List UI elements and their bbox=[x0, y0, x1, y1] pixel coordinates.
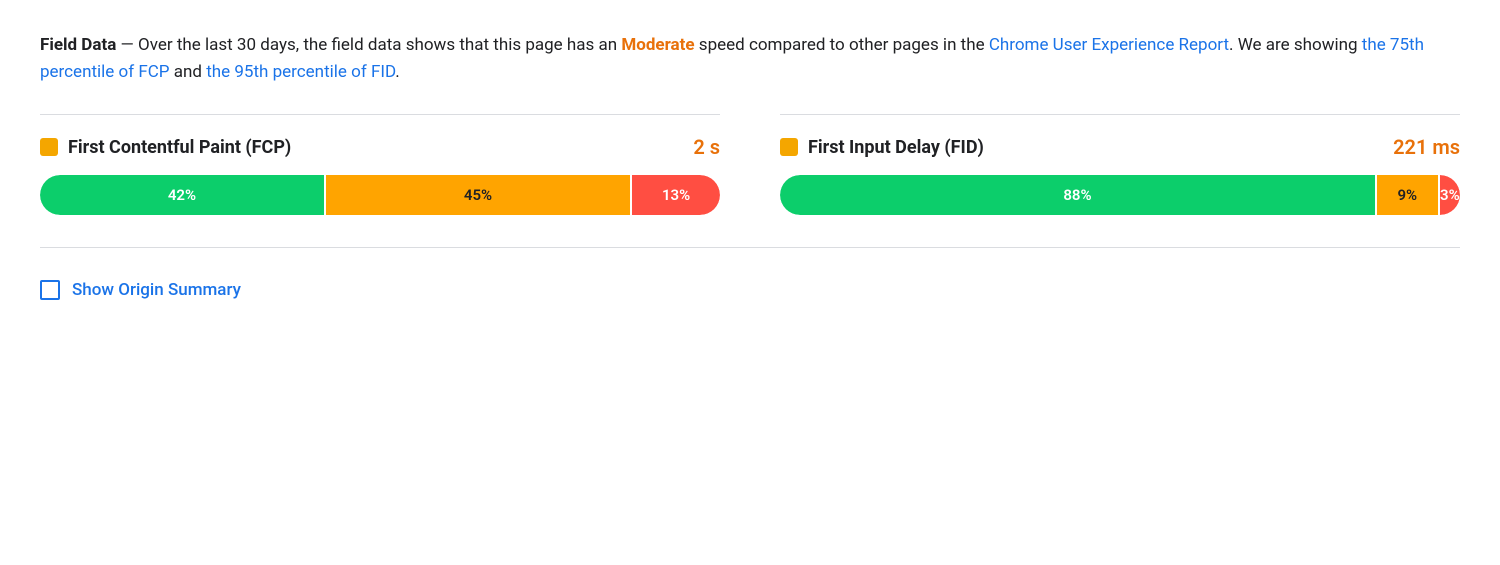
field-data-description: Field Data — Over the last 30 days, the … bbox=[40, 32, 1460, 86]
show-origin-text: Show Origin Summary bbox=[72, 280, 241, 300]
fcp-dot-icon bbox=[40, 138, 58, 156]
fid-header: First Input Delay (FID) 221 ms bbox=[780, 135, 1460, 159]
fcp-value: 2 s bbox=[693, 135, 720, 159]
description-part1: — Over the last 30 days, the field data … bbox=[116, 35, 621, 55]
fcp-title: First Contentful Paint (FCP) bbox=[68, 137, 291, 158]
fid-bar: 88% 9% 3% bbox=[780, 175, 1460, 215]
description-part4: and bbox=[170, 62, 207, 82]
fcp-panel: First Contentful Paint (FCP) 2 s 42% 45%… bbox=[40, 114, 720, 215]
fid-bar-green: 88% bbox=[780, 175, 1375, 215]
bottom-section: Show Origin Summary bbox=[40, 247, 1460, 300]
fcp-header: First Contentful Paint (FCP) 2 s bbox=[40, 135, 720, 159]
fid-dot-icon bbox=[780, 138, 798, 156]
fid-title-group: First Input Delay (FID) bbox=[780, 137, 984, 158]
fcp-bar: 42% 45% 13% bbox=[40, 175, 720, 215]
fcp-title-group: First Contentful Paint (FCP) bbox=[40, 137, 291, 158]
fcp-bar-green: 42% bbox=[40, 175, 324, 215]
description-part5: . bbox=[395, 62, 399, 82]
show-origin-checkbox[interactable] bbox=[40, 280, 60, 300]
description-part3: . We are showing bbox=[1229, 35, 1362, 55]
fid-value: 221 ms bbox=[1393, 135, 1460, 159]
fcp-bar-red: 13% bbox=[632, 175, 720, 215]
chrome-report-link[interactable]: Chrome User Experience Report bbox=[989, 35, 1229, 55]
fid-panel: First Input Delay (FID) 221 ms 88% 9% 3% bbox=[780, 114, 1460, 215]
fid-percentile-link[interactable]: the 95th percentile of FID bbox=[206, 62, 395, 82]
fcp-bar-orange: 45% bbox=[326, 175, 630, 215]
metrics-grid: First Contentful Paint (FCP) 2 s 42% 45%… bbox=[40, 114, 1460, 215]
fid-bar-orange: 9% bbox=[1377, 175, 1438, 215]
moderate-label: Moderate bbox=[621, 35, 694, 55]
field-data-title: Field Data bbox=[40, 35, 116, 55]
description-part2: speed compared to other pages in the bbox=[695, 35, 989, 55]
fid-bar-red: 3% bbox=[1440, 175, 1460, 215]
show-origin-label[interactable]: Show Origin Summary bbox=[40, 280, 241, 300]
fid-title: First Input Delay (FID) bbox=[808, 137, 984, 158]
